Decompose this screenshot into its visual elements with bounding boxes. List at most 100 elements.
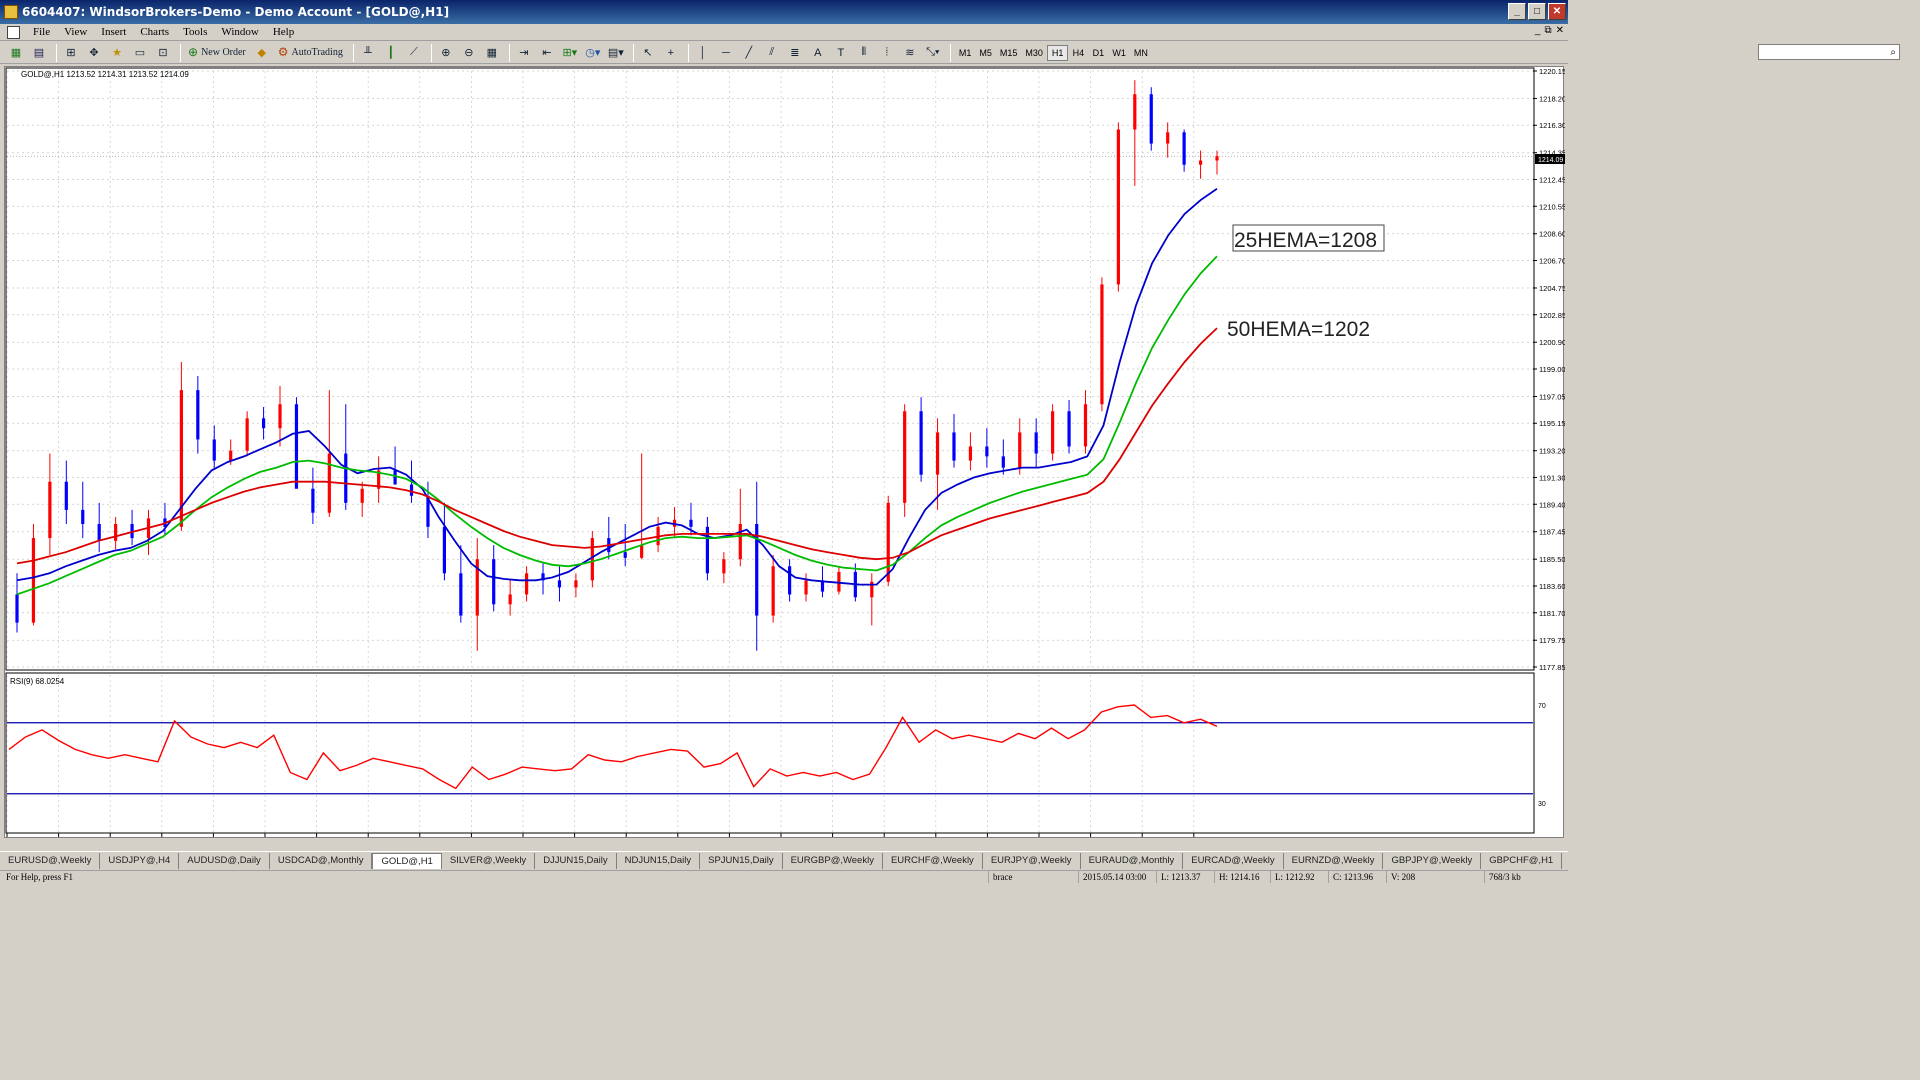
price-tick-label: 1177.85 bbox=[1539, 663, 1565, 672]
candle-body bbox=[409, 484, 414, 496]
zoom-in-icon[interactable]: ⊕ bbox=[436, 44, 456, 62]
menu-view[interactable]: View bbox=[57, 26, 94, 38]
chart-window-icon[interactable] bbox=[7, 25, 20, 39]
fibo-arcs-icon[interactable]: ≋ bbox=[900, 44, 920, 62]
market-watch-icon[interactable]: ⊞ bbox=[61, 44, 81, 62]
candle-body bbox=[788, 566, 792, 595]
horizontal-line-icon[interactable]: ─ bbox=[716, 44, 736, 62]
new-chart-icon[interactable]: ▦ bbox=[6, 44, 26, 62]
chart-tab[interactable]: EURJPY@,Weekly bbox=[983, 852, 1081, 869]
menu-window[interactable]: Window bbox=[214, 26, 265, 38]
mdi-minimize-button[interactable]: _ bbox=[1535, 25, 1541, 36]
chart-shift-icon[interactable]: ⇤ bbox=[537, 44, 557, 62]
periods-icon[interactable]: ◷▾ bbox=[583, 44, 603, 62]
chart-tab[interactable]: EURAUD@,Monthly bbox=[1081, 852, 1184, 869]
strategy-tester-icon[interactable]: ⊡ bbox=[153, 44, 173, 62]
minimize-button[interactable]: _ bbox=[1508, 3, 1526, 20]
chart-tab[interactable]: GBPCHF@,H1 bbox=[1481, 852, 1563, 869]
text-icon[interactable]: A bbox=[808, 44, 828, 62]
timeframe-m15[interactable]: M15 bbox=[996, 45, 1022, 61]
chart-tab[interactable]: GBPJPY@,Weekly bbox=[1383, 852, 1482, 869]
candle-body bbox=[804, 580, 808, 595]
timeframe-mn[interactable]: MN bbox=[1130, 45, 1152, 61]
chart-tab[interactable]: EURGBP@,Weekly bbox=[783, 852, 883, 869]
candle-body bbox=[508, 594, 512, 605]
line-chart-icon[interactable]: ⟋ bbox=[404, 44, 424, 62]
maximize-button[interactable]: □ bbox=[1528, 3, 1546, 20]
chart-tab[interactable]: EURNZD@,Weekly bbox=[1284, 852, 1384, 869]
trendline-icon[interactable]: ╱ bbox=[739, 44, 759, 62]
bar-chart-icon[interactable]: ╨ bbox=[358, 44, 378, 62]
zoom-out-icon[interactable]: ⊖ bbox=[459, 44, 479, 62]
data-window-icon[interactable]: ✥ bbox=[84, 44, 104, 62]
new-order-button[interactable]: ⊕ New Order bbox=[185, 44, 249, 62]
meta-editor-icon[interactable]: ◆ bbox=[252, 44, 272, 62]
candle-body bbox=[935, 432, 940, 475]
candle-body bbox=[1116, 129, 1120, 285]
candle-body bbox=[1198, 160, 1203, 165]
search-input[interactable]: ⌕ bbox=[1758, 44, 1900, 60]
fibo-fan-icon[interactable]: ⦙ bbox=[877, 44, 897, 62]
profiles-icon[interactable]: ▤ bbox=[29, 44, 49, 62]
chart-tab[interactable]: NDJUN15,Daily bbox=[617, 852, 701, 869]
chart-tab[interactable]: SPJUN15,Daily bbox=[700, 852, 783, 869]
gann-icon[interactable]: ⦀ bbox=[854, 44, 874, 62]
candle-body bbox=[1166, 132, 1170, 144]
timeframe-m1[interactable]: M1 bbox=[955, 45, 976, 61]
candle-chart-icon[interactable]: ┃ bbox=[381, 44, 401, 62]
equidistant-channel-icon[interactable]: ⫽ bbox=[762, 44, 782, 62]
chart-tab[interactable]: USDJPY@,H4 bbox=[100, 852, 180, 869]
menu-tools[interactable]: Tools bbox=[176, 26, 214, 38]
timeframe-m30[interactable]: M30 bbox=[1021, 45, 1047, 61]
terminal-icon[interactable]: ▭ bbox=[130, 44, 150, 62]
chart-window[interactable]: 1220.15 1218.20 1216.30 1214.35 1212.45 1210.… bbox=[4, 66, 1566, 848]
chart-tab[interactable]: SILVER@,Weekly bbox=[442, 852, 536, 869]
indicators-icon[interactable]: ⊞▾ bbox=[560, 44, 580, 62]
title-bar: 6604407: WindsorBrokers-Demo - Demo Acco… bbox=[0, 0, 1568, 24]
candle-body bbox=[952, 432, 956, 461]
timeframe-h1[interactable]: H1 bbox=[1046, 44, 1069, 61]
chart-tab[interactable]: EURCAD@,Weekly bbox=[1183, 852, 1284, 869]
chart-tab[interactable]: DJJUN15,Daily bbox=[535, 852, 617, 869]
ema-fast-line bbox=[16, 187, 1218, 586]
chart-tab[interactable]: AUDUSD@,Daily bbox=[179, 852, 270, 869]
timeframe-m5[interactable]: M5 bbox=[975, 45, 996, 61]
navigator-icon[interactable]: ★ bbox=[107, 44, 127, 62]
tile-windows-icon[interactable]: ▦ bbox=[482, 44, 502, 62]
timeframe-h4[interactable]: H4 bbox=[1068, 45, 1088, 61]
menu-file[interactable]: File bbox=[26, 26, 57, 38]
status-help: For Help, press F1 bbox=[6, 872, 73, 882]
chart-header: GOLD@,H1 1213.52 1214.31 1213.52 1214.09 bbox=[21, 70, 189, 79]
price-tick-label: 1206.70 bbox=[1539, 257, 1565, 266]
chart-canvas[interactable]: 1220.151218.201216.301214.351212.451210.… bbox=[5, 67, 1566, 848]
templates-icon[interactable]: ▤▾ bbox=[606, 44, 626, 62]
fibonacci-retracement-icon[interactable]: ≣ bbox=[785, 44, 805, 62]
vertical-line-icon[interactable]: │ bbox=[693, 44, 713, 62]
chart-tab[interactable]: USDCAD@,Monthly bbox=[270, 852, 373, 869]
candle-body bbox=[574, 580, 578, 588]
arrows-icon[interactable]: ⤡▾ bbox=[923, 44, 943, 62]
cursor-icon[interactable]: ↖ bbox=[638, 44, 658, 62]
menu-insert[interactable]: Insert bbox=[94, 26, 133, 38]
search-icon[interactable]: ⌕ bbox=[1890, 47, 1896, 58]
text-label-icon[interactable]: T bbox=[831, 44, 851, 62]
price-tick-label: 1185.50 bbox=[1539, 555, 1565, 564]
timeframe-w1[interactable]: W1 bbox=[1108, 45, 1130, 61]
chart-tab[interactable]: EURCHF@,Weekly bbox=[883, 852, 983, 869]
chart-tab[interactable]: AUDNZD@,Monthly bbox=[1562, 853, 1568, 869]
autotrading-button[interactable]: ⚙ AutoTrading bbox=[275, 44, 346, 62]
timeframe-d1[interactable]: D1 bbox=[1088, 45, 1108, 61]
price-tick-label: 1210.55 bbox=[1539, 202, 1565, 211]
chart-tab[interactable]: GOLD@,H1 bbox=[372, 852, 442, 869]
candle-body bbox=[393, 470, 397, 485]
mdi-close-button[interactable]: ✕ bbox=[1556, 25, 1564, 36]
auto-scroll-icon[interactable]: ⇥ bbox=[514, 44, 534, 62]
menu-charts[interactable]: Charts bbox=[133, 26, 176, 38]
menu-help[interactable]: Help bbox=[266, 26, 301, 38]
mdi-restore-button[interactable]: ⧉ bbox=[1544, 25, 1551, 36]
candle-body bbox=[344, 453, 348, 503]
chart-tab[interactable]: EURUSD@,Weekly bbox=[0, 852, 101, 869]
close-button[interactable]: ✕ bbox=[1548, 3, 1566, 20]
crosshair-icon[interactable]: + bbox=[661, 44, 681, 62]
status-traffic: 768/3 kb bbox=[1484, 871, 1521, 883]
